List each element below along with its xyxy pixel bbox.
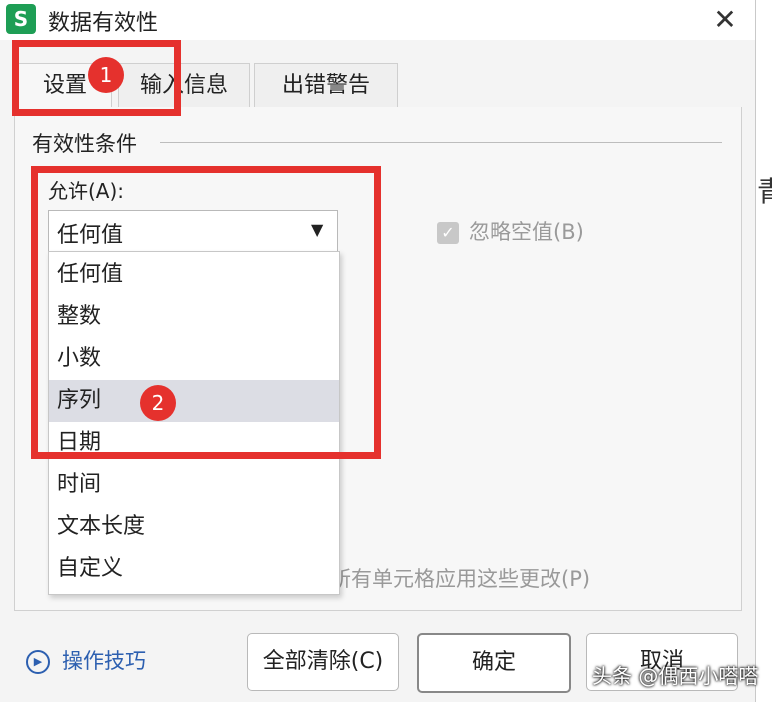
background-sheet-text: 青 [757,175,772,208]
close-icon[interactable]: ✕ [706,4,744,36]
tab-error-alert[interactable]: 出错警告 [254,63,398,108]
dialog-title: 数据有效性 [48,11,159,36]
annotation-badge-2: 2 [140,385,176,421]
title-bar: S 数据有效性 ✕ [0,0,755,40]
tips-label: 操作技巧 [62,649,146,673]
group-divider [160,142,722,143]
option-custom[interactable]: 自定义 [49,548,339,590]
annotation-box-2 [31,166,381,459]
spreadsheet-app-icon: S [6,4,36,34]
ok-button[interactable]: 确定 [417,633,571,693]
play-icon: ▶ [26,650,50,674]
validation-criteria-label: 有效性条件 [32,128,143,158]
ignore-blank-checkbox[interactable]: ✓ 忽略空值(B) [437,216,584,246]
checkmark-icon: ✓ [437,222,459,244]
clear-all-button[interactable]: 全部清除(C) [247,633,399,691]
sheet-background-edge [756,0,772,702]
option-time[interactable]: 时间 [49,464,339,506]
ignore-blank-label: 忽略空值(B) [469,220,584,244]
watermark-text: 头条 @偶西小嗒嗒 [592,664,759,688]
tips-link[interactable]: ▶ 操作技巧 [26,645,146,675]
option-text-length[interactable]: 文本长度 [49,506,339,548]
apply-all-label[interactable]: 所有单元格应用这些更改(P) [330,563,590,593]
annotation-badge-1: 1 [88,57,124,93]
